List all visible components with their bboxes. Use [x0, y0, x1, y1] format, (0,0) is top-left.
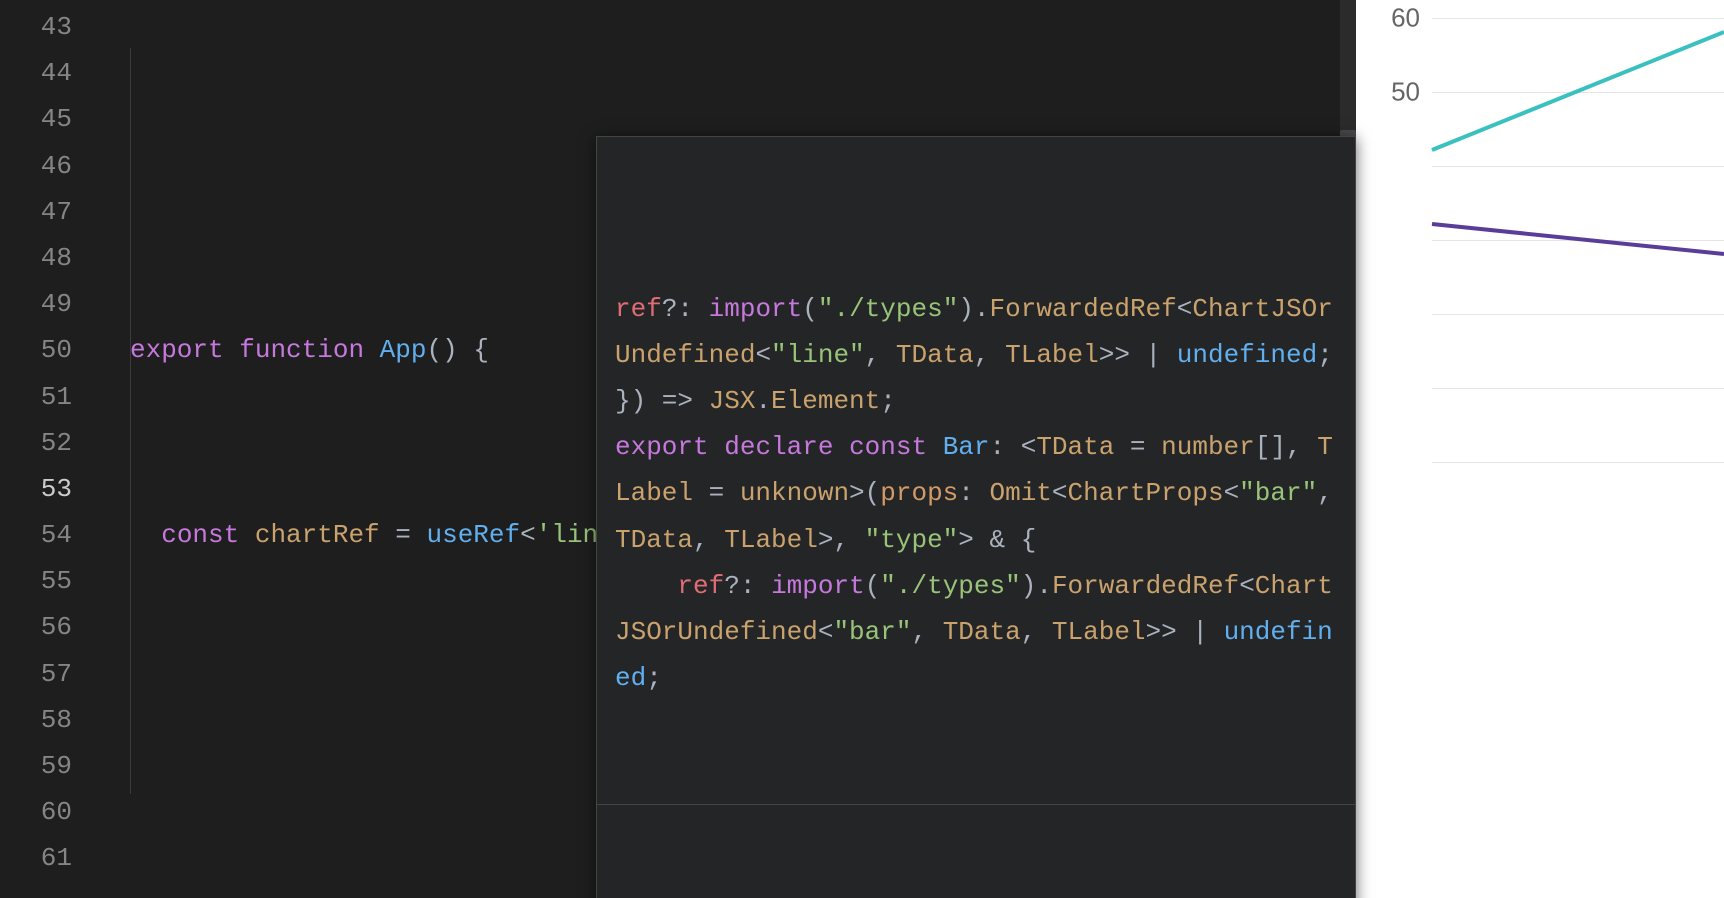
- line-number: 44: [0, 50, 94, 96]
- line-number: 52: [0, 420, 94, 466]
- line-number: 50: [0, 327, 94, 373]
- chart-svg: [1432, 0, 1724, 898]
- line-number-gutter: 43 44 45 46 47 48 49 50 51 52 53 54 55 5…: [0, 0, 94, 898]
- hover-signature: ref?: import("./types").ForwardedRef<Cha…: [597, 229, 1355, 711]
- hover-divider: [597, 804, 1355, 805]
- y-axis-tick: 50: [1391, 77, 1420, 108]
- chart-series-teal: [1432, 32, 1724, 150]
- line-number: 57: [0, 651, 94, 697]
- line-number: 47: [0, 189, 94, 235]
- line-number: 48: [0, 235, 94, 281]
- line-number: 45: [0, 96, 94, 142]
- line-number: 61: [0, 835, 94, 881]
- line-number: 46: [0, 143, 94, 189]
- line-number: 53: [0, 466, 94, 512]
- chart-series-purple: [1432, 224, 1724, 254]
- line-number: 60: [0, 789, 94, 835]
- line-number: 56: [0, 604, 94, 650]
- y-axis-tick: 60: [1391, 3, 1420, 34]
- line-number: 54: [0, 512, 94, 558]
- line-number: 59: [0, 743, 94, 789]
- line-number: 49: [0, 281, 94, 327]
- viewport: 43 44 45 46 47 48 49 50 51 52 53 54 55 5…: [0, 0, 1724, 898]
- line-number: 51: [0, 374, 94, 420]
- line-number: 55: [0, 558, 94, 604]
- line-number: 58: [0, 697, 94, 743]
- line-number: 43: [0, 4, 94, 50]
- chart-preview-panel: 60 50: [1356, 0, 1724, 898]
- intellisense-hover[interactable]: ref?: import("./types").ForwardedRef<Cha…: [596, 136, 1356, 898]
- code-editor[interactable]: 43 44 45 46 47 48 49 50 51 52 53 54 55 5…: [0, 0, 1356, 898]
